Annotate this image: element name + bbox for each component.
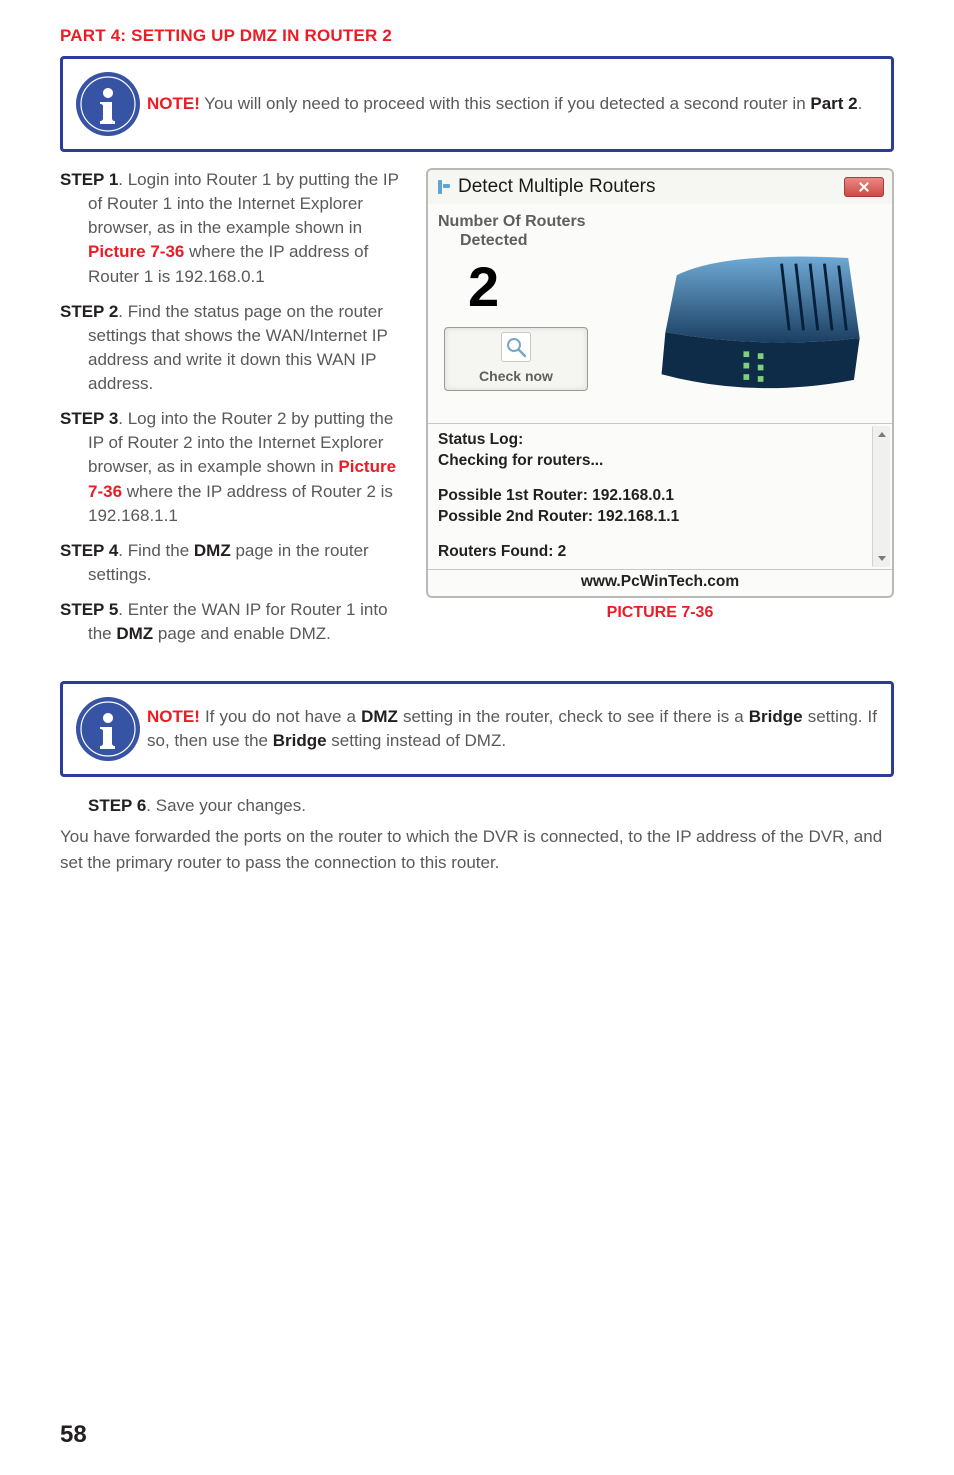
- check-now-label: Check now: [479, 368, 553, 384]
- note-2-b1: DMZ: [361, 707, 398, 726]
- step-1-t1: . Login into Router 1 by putting the IP …: [88, 170, 399, 237]
- step-5-bold: DMZ: [116, 624, 153, 643]
- step-5-t2: page and enable DMZ.: [153, 624, 331, 643]
- routers-count: 2: [468, 254, 618, 319]
- step-3-t2: where the IP address of Router 2 is 192.…: [88, 482, 393, 525]
- status-log-possible-1: Possible 1st Router: 192.168.0.1: [438, 486, 868, 507]
- step-4-t1: . Find the: [118, 541, 194, 560]
- scroll-up-icon[interactable]: [873, 426, 890, 442]
- step-1-label: STEP 1: [60, 170, 118, 189]
- info-icon: [69, 65, 147, 143]
- note-2-t1: If you do not have a: [200, 707, 361, 726]
- nrd-line2: Detected: [438, 231, 618, 250]
- step-3: STEP 3. Log into the Router 2 by putting…: [60, 407, 404, 528]
- step-6-label: STEP 6: [88, 796, 146, 815]
- check-now-button[interactable]: Check now: [444, 327, 588, 391]
- step-4: STEP 4. Find the DMZ page in the router …: [60, 539, 404, 587]
- status-log-checking: Checking for routers...: [438, 451, 868, 472]
- url-text: www.PcWinTech.com: [428, 569, 892, 596]
- routers-detected-label: Number Of Routers Detected: [438, 212, 618, 250]
- note-1-bold: Part 2: [810, 94, 857, 113]
- step-5: STEP 5. Enter the WAN IP for Router 1 in…: [60, 598, 404, 646]
- nrd-line1: Number Of Routers: [438, 213, 586, 230]
- step-6-t1: . Save your changes.: [146, 796, 306, 815]
- step-1: STEP 1. Login into Router 1 by putting t…: [60, 168, 404, 289]
- info-icon: [69, 690, 147, 768]
- app-icon: [436, 179, 452, 195]
- note-box-1: NOTE! You will only need to proceed with…: [60, 56, 894, 152]
- step-2: STEP 2. Find the status page on the rout…: [60, 300, 404, 397]
- note-1-pre: You will only need to proceed with this …: [200, 94, 811, 113]
- note-1-post: .: [858, 94, 863, 113]
- section-heading: PART 4: SETTING UP DMZ IN ROUTER 2: [60, 26, 894, 46]
- step-6: STEP 6. Save your changes.: [88, 793, 894, 818]
- magnifier-icon: [501, 332, 531, 362]
- status-log-possible-2: Possible 2nd Router: 192.168.1.1: [438, 507, 868, 528]
- window-titlebar: Detect Multiple Routers: [428, 170, 892, 204]
- page-number: 58: [60, 1421, 87, 1449]
- note-box-2: NOTE! If you do not have a DMZ setting i…: [60, 681, 894, 777]
- status-log-label: Status Log:: [438, 430, 868, 451]
- screenshot-window: Detect Multiple Routers Number Of Router…: [426, 168, 894, 598]
- window-title: Detect Multiple Routers: [458, 176, 844, 198]
- step-3-label: STEP 3: [60, 409, 118, 428]
- note-label: NOTE!: [147, 707, 200, 726]
- status-log-found: Routers Found: 2: [438, 542, 868, 563]
- closing-paragraph: You have forwarded the ports on the rout…: [60, 824, 894, 875]
- step-1-pic: Picture 7-36: [88, 242, 184, 261]
- status-log: Status Log: Checking for routers... Poss…: [428, 424, 892, 569]
- step-4-bold: DMZ: [194, 541, 231, 560]
- step-2-label: STEP 2: [60, 302, 118, 321]
- note-2-t2: setting in the router, check to see if t…: [398, 707, 749, 726]
- note-2-b2: Bridge: [749, 707, 803, 726]
- close-button[interactable]: [844, 177, 884, 197]
- note-2-t4: setting instead of DMZ.: [327, 731, 507, 750]
- note-2-text: NOTE! If you do not have a DMZ setting i…: [147, 705, 877, 754]
- picture-caption: PICTURE 7-36: [426, 604, 894, 622]
- scroll-down-icon[interactable]: [873, 551, 890, 567]
- step-4-label: STEP 4: [60, 541, 118, 560]
- note-2-b3: Bridge: [273, 731, 327, 750]
- router-illustration: [618, 218, 888, 423]
- step-2-t1: . Find the status page on the router set…: [88, 302, 388, 393]
- step-5-label: STEP 5: [60, 600, 118, 619]
- note-label: NOTE!: [147, 94, 200, 113]
- note-1-text: NOTE! You will only need to proceed with…: [147, 92, 877, 117]
- scrollbar[interactable]: [872, 426, 890, 567]
